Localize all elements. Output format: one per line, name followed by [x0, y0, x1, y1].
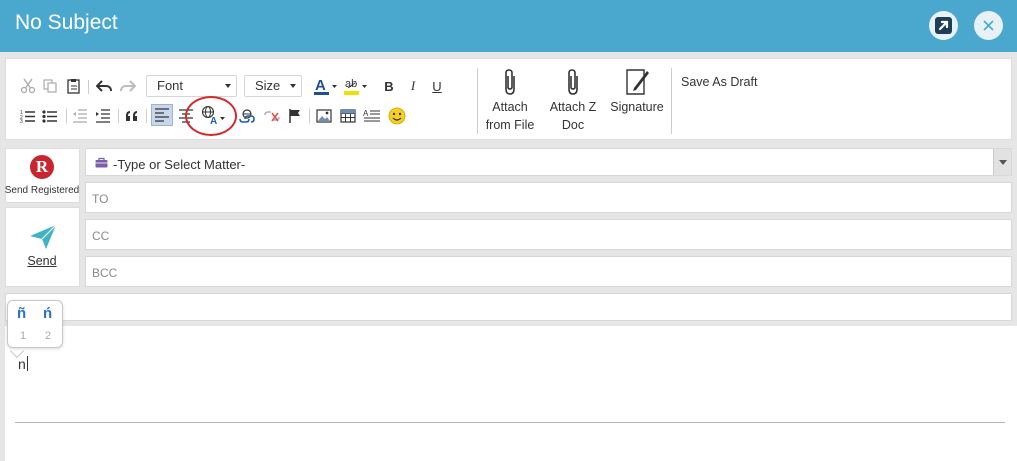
toolbar-separator — [671, 68, 672, 134]
highlight-icon: ab — [344, 78, 367, 95]
signature-icon — [626, 69, 649, 95]
font-select-label: Font — [157, 78, 184, 93]
copy-icon[interactable] — [41, 77, 59, 95]
matter-placeholder: -Type or Select Matter- — [113, 157, 246, 172]
undo-icon[interactable] — [94, 77, 114, 95]
highlight-color-button[interactable]: ab — [342, 75, 370, 97]
accent-candidate-popup: ñ ń 1 2 — [7, 300, 63, 348]
text-color-icon: A — [314, 77, 337, 95]
highlight-annotation-circle — [185, 96, 237, 136]
numbered-list-icon[interactable]: 123 — [19, 107, 37, 125]
attach-z-label: Attach Z — [549, 100, 597, 114]
unlink-icon[interactable] — [262, 107, 282, 125]
toolbar-separator — [118, 109, 119, 123]
signature-divider — [15, 422, 1005, 423]
close-button[interactable] — [974, 11, 1003, 40]
attach-file-label-2: from File — [485, 118, 535, 132]
candidate-char-1[interactable]: ñ — [17, 305, 26, 322]
candidate-num-1: 1 — [20, 330, 27, 342]
text-cursor — [26, 356, 28, 371]
registered-icon: R — [30, 155, 54, 179]
signature-button[interactable]: Signature — [607, 66, 667, 122]
toolbar-separator — [88, 80, 89, 94]
size-select[interactable]: Size — [244, 75, 302, 97]
svg-text:A: A — [315, 77, 326, 94]
popout-button[interactable] — [929, 11, 958, 40]
paperclip-icon — [568, 69, 578, 95]
image-icon[interactable] — [315, 107, 333, 125]
chevron-down-icon — [290, 84, 296, 88]
chevron-down-icon — [999, 160, 1007, 165]
align-left-icon — [155, 108, 169, 122]
paperclip-icon — [505, 69, 515, 95]
svg-text:3: 3 — [20, 119, 23, 123]
svg-text:ab: ab — [345, 78, 357, 90]
typed-text: n — [18, 356, 26, 372]
cut-icon[interactable] — [19, 77, 37, 95]
font-select[interactable]: Font — [146, 75, 237, 97]
save-as-draft-button[interactable]: Save As Draft — [681, 75, 757, 89]
indent-icon[interactable] — [94, 107, 112, 125]
attach-z-doc-button[interactable]: Attach Z Doc — [545, 66, 601, 136]
toolbar-separator — [309, 109, 310, 123]
svg-text:A: A — [363, 109, 369, 118]
align-left-button[interactable] — [151, 104, 173, 126]
bcc-label: BCC — [92, 266, 118, 280]
toolbar-separator — [146, 109, 147, 123]
popout-icon — [935, 17, 952, 34]
toolbar-separator — [477, 68, 478, 134]
link-icon[interactable] — [237, 107, 257, 125]
cc-label: CC — [92, 229, 110, 243]
flag-icon[interactable] — [286, 107, 304, 125]
title-bar: No Subject — [0, 0, 1017, 52]
bold-button[interactable]: B — [380, 77, 398, 95]
to-label: TO — [92, 192, 109, 206]
window-title: No Subject — [15, 11, 118, 34]
table-icon[interactable] — [339, 107, 357, 125]
to-field[interactable]: TO — [85, 182, 1012, 213]
text-color-button[interactable]: A — [312, 75, 340, 97]
paper-plane-icon — [30, 224, 57, 249]
bcc-field[interactable]: BCC — [85, 256, 1012, 287]
attach-file-label: Attach — [492, 100, 528, 114]
matter-dropdown-toggle[interactable] — [993, 149, 1011, 175]
body-text[interactable]: n — [18, 356, 28, 372]
chevron-down-icon — [225, 84, 231, 88]
blockquote-icon[interactable] — [123, 107, 141, 125]
subject-field[interactable] — [5, 293, 1012, 321]
size-select-label: Size — [255, 78, 281, 93]
attach-z-label-2: Doc — [561, 118, 585, 132]
italic-button[interactable]: I — [404, 77, 422, 95]
redo-icon[interactable] — [118, 77, 138, 95]
outdent-icon[interactable] — [71, 107, 89, 125]
candidate-char-2[interactable]: ń — [43, 305, 52, 322]
bullet-list-icon[interactable] — [41, 107, 59, 125]
signature-label: Signature — [610, 100, 664, 114]
paste-icon[interactable] — [65, 77, 83, 95]
send-label: Send — [27, 254, 57, 268]
matter-select[interactable]: -Type or Select Matter- — [85, 148, 1012, 176]
cc-field[interactable]: CC — [85, 219, 1012, 250]
emoji-icon[interactable] — [387, 106, 407, 126]
candidate-num-2: 2 — [45, 330, 52, 342]
close-icon — [983, 20, 994, 31]
spellcheck-icon[interactable]: A — [363, 107, 381, 125]
attach-from-file-button[interactable]: Attach from File — [482, 66, 538, 136]
send-registered-label: Send Registered — [4, 185, 80, 196]
message-body[interactable] — [5, 326, 1017, 461]
toolbar-separator — [66, 109, 67, 123]
underline-button[interactable]: U — [428, 77, 446, 95]
briefcase-icon — [95, 157, 108, 168]
